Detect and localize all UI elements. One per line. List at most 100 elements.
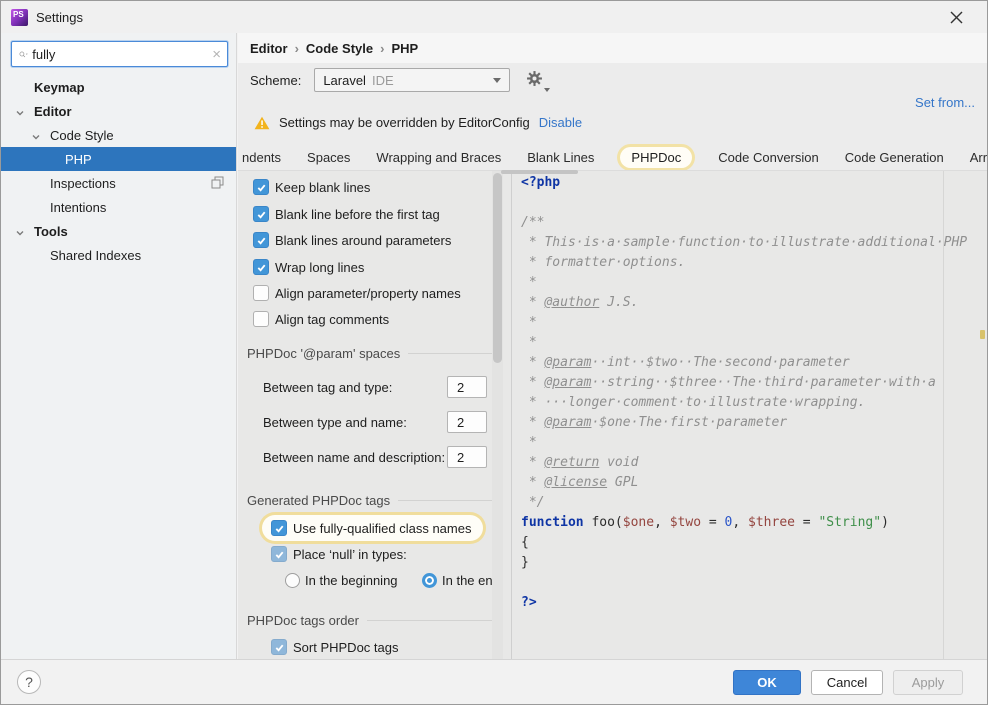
code-segment: = — [794, 515, 819, 530]
checkbox-blank-lines-around-parameters[interactable]: Blank lines around parameters — [253, 230, 451, 250]
checkbox-unchecked-icon — [253, 285, 269, 301]
set-from-link[interactable]: Set from... — [915, 95, 975, 110]
code-segment: ?> — [521, 595, 537, 610]
breadcrumb-php[interactable]: PHP — [391, 41, 418, 56]
search-input[interactable] — [28, 46, 213, 62]
section-rule — [398, 500, 503, 501]
section-param-spaces: PHPDoc '@param' spaces — [247, 346, 503, 361]
code-segment: foo( — [583, 515, 623, 530]
code-segment: $three — [748, 515, 795, 530]
tree-item-inspections[interactable]: Inspections — [1, 171, 236, 195]
tab-code-conversion[interactable]: Code Conversion — [705, 150, 831, 165]
checkbox-label: Blank line before the first tag — [275, 206, 440, 222]
code-segment: @license — [544, 475, 608, 490]
options-scrollbar-track[interactable] — [492, 171, 503, 661]
code-segment: @param — [544, 375, 592, 390]
tab-spaces[interactable]: Spaces — [294, 150, 363, 165]
code-line: } — [521, 553, 987, 573]
code-segment: * formatter·options. — [521, 255, 686, 270]
footer-buttons: OK Cancel Apply — [733, 670, 963, 695]
checkbox-align-parameter-property-names[interactable]: Align parameter/property names — [253, 283, 461, 303]
code-segment: @param — [544, 415, 592, 430]
code-segment: /** — [521, 215, 545, 230]
tab-code-generation[interactable]: Code Generation — [832, 150, 957, 165]
tree-item-label: Keymap — [34, 79, 85, 95]
close-button[interactable] — [945, 6, 967, 28]
settings-dialog: PS Settings × Keymap Editor — [0, 0, 988, 705]
checkbox-place-null-in-types[interactable]: Place ‘null’ in types: — [271, 544, 407, 564]
checkbox-sort-phpdoc-tags[interactable]: Sort PHPDoc tags — [271, 637, 399, 657]
cancel-button[interactable]: Cancel — [811, 670, 883, 695]
radio-label: In the beginning — [305, 572, 398, 588]
tree-item-label: Intentions — [50, 199, 107, 215]
tab-blank-lines[interactable]: Blank Lines — [514, 150, 607, 165]
tree-item-label: Tools — [34, 223, 68, 239]
settings-sidebar: × Keymap Editor Code Style PHP Inspectio… — [1, 33, 237, 661]
code-style-tabs: ndents Spaces Wrapping and Braces Blank … — [238, 144, 987, 170]
chevron-down-icon[interactable] — [31, 130, 41, 145]
tab-phpdoc-selected[interactable]: PHPDoc — [620, 146, 693, 168]
code-segment: * — [521, 295, 545, 310]
options-scrollbar-thumb[interactable] — [493, 173, 502, 363]
checkbox-label: Align parameter/property names — [275, 285, 461, 301]
scheme-dropdown[interactable]: Laravel IDE — [314, 68, 511, 92]
tree-item-keymap[interactable]: Keymap — [1, 75, 236, 99]
code-segment: ··string··$three··The·third·parameter·wi… — [591, 375, 936, 390]
between-tag-and-type-input[interactable] — [447, 376, 487, 398]
between-type-and-name-input[interactable] — [447, 411, 487, 433]
copy-squares-icon — [211, 176, 224, 192]
tab-wrapping-and-braces[interactable]: Wrapping and Braces — [363, 150, 514, 165]
section-title: PHPDoc '@param' spaces — [247, 346, 401, 361]
code-segment: void — [599, 455, 639, 470]
code-line: * @param·$one·The·first·parameter — [521, 413, 987, 433]
code-line: * @return void — [521, 453, 987, 473]
scheme-suffix: IDE — [371, 72, 394, 88]
apply-button-disabled: Apply — [893, 670, 963, 695]
scheme-value: Laravel — [323, 72, 366, 88]
checkbox-blank-line-before-first-tag[interactable]: Blank line before the first tag — [253, 204, 440, 224]
tabs-horizontal-scrollbar[interactable] — [501, 170, 578, 174]
chevron-down-icon[interactable] — [15, 106, 25, 121]
checkbox-align-tag-comments[interactable]: Align tag comments — [253, 309, 389, 329]
radio-in-the-end[interactable]: In the end — [422, 570, 500, 590]
radio-in-the-beginning[interactable]: In the beginning — [285, 570, 398, 590]
settings-tree: Keymap Editor Code Style PHP Inspections… — [1, 75, 236, 267]
clear-search-icon[interactable]: × — [212, 47, 221, 62]
scheme-actions-button[interactable] — [526, 70, 551, 92]
tab-tabs-and-indents[interactable]: ndents — [238, 150, 294, 165]
section-phpdoc-tags-order: PHPDoc tags order — [247, 613, 503, 628]
breadcrumb-code-style[interactable]: Code Style — [306, 41, 373, 56]
tab-arrangement[interactable]: Arrangement — [957, 150, 987, 165]
tree-item-code-style[interactable]: Code Style — [1, 123, 236, 147]
tree-item-editor[interactable]: Editor — [1, 99, 236, 123]
checkbox-checked-icon — [253, 259, 269, 275]
window-title: Settings — [36, 9, 83, 25]
spinner-label: Between type and name: — [263, 415, 407, 430]
gear-icon — [527, 71, 543, 86]
checkbox-wrap-long-lines[interactable]: Wrap long lines — [253, 257, 364, 277]
tree-item-shared-indexes[interactable]: Shared Indexes — [1, 243, 236, 267]
code-line: * @param··string··$three··The·third·para… — [521, 373, 987, 393]
code-segment: @return — [544, 455, 600, 470]
code-segment: function — [521, 515, 584, 530]
checkbox-use-fully-qualified-class-names[interactable]: Use fully-qualified class names — [262, 515, 484, 541]
tree-item-tools[interactable]: Tools — [1, 219, 236, 243]
code-segment: , — [654, 515, 670, 530]
between-name-and-description-input[interactable] — [447, 446, 487, 468]
code-segment: * ···longer·comment·to·illustrate·wrappi… — [521, 395, 866, 410]
code-segment: ··int··$two··The·second·parameter — [591, 355, 850, 370]
disable-link[interactable]: Disable — [539, 115, 582, 130]
checkbox-keep-blank-lines[interactable]: Keep blank lines — [253, 177, 370, 197]
section-title: PHPDoc tags order — [247, 613, 359, 628]
section-generated-phpdoc-tags: Generated PHPDoc tags — [247, 493, 503, 508]
code-line: { — [521, 533, 987, 553]
phpdoc-panel: Keep blank lines Blank line before the f… — [238, 170, 987, 661]
chevron-down-icon[interactable] — [15, 226, 25, 241]
tree-item-intentions[interactable]: Intentions — [1, 195, 236, 219]
breadcrumb-editor[interactable]: Editor — [250, 41, 288, 56]
settings-search-box[interactable]: × — [11, 41, 228, 67]
title-bar: PS Settings — [1, 1, 987, 33]
ok-button[interactable]: OK — [733, 670, 801, 695]
help-button[interactable]: ? — [17, 670, 41, 694]
tree-item-php-selected[interactable]: PHP — [1, 147, 236, 171]
